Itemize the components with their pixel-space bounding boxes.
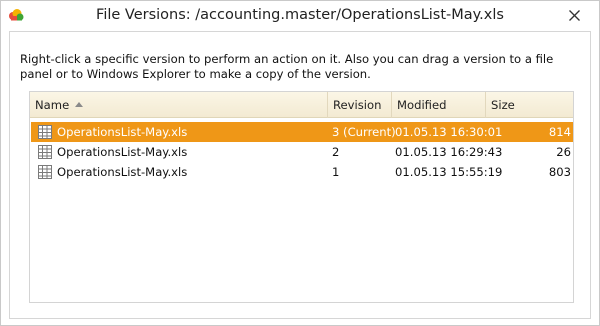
versions-list[interactable]: Name Revision Modified Size OperationsLi… (29, 91, 574, 303)
column-header-modified[interactable]: Modified (392, 92, 486, 118)
close-button[interactable] (561, 5, 587, 25)
version-revision: 3 (Current) (332, 125, 396, 139)
version-name: OperationsList-May.xls (57, 125, 188, 139)
window-title: File Versions: /accounting.master/Operat… (96, 7, 504, 23)
close-icon (568, 9, 580, 21)
version-modified: 01.05.13 16:30:01 (395, 125, 503, 139)
version-revision: 2 (332, 145, 340, 159)
spreadsheet-icon (37, 144, 53, 160)
version-revision: 1 (332, 165, 340, 179)
title-bar[interactable]: File Versions: /accounting.master/Operat… (1, 1, 599, 31)
instruction-text: Right-click a specific version to perfor… (20, 52, 554, 81)
version-modified: 01.05.13 16:29:43 (395, 145, 503, 159)
spreadsheet-icon (37, 164, 53, 180)
sort-ascending-icon (75, 102, 83, 107)
version-size: 26 (556, 145, 571, 159)
version-modified: 01.05.13 15:55:19 (395, 165, 503, 179)
version-size: 803 (548, 165, 571, 179)
column-header-revision[interactable]: Revision (328, 92, 392, 118)
column-header-size[interactable]: Size (486, 92, 573, 118)
spreadsheet-icon (37, 124, 53, 140)
file-versions-window: File Versions: /accounting.master/Operat… (0, 0, 600, 326)
table-row[interactable]: OperationsList-May.xls 3 (Current) 01.05… (31, 122, 573, 142)
version-name: OperationsList-May.xls (57, 145, 188, 159)
column-header-name[interactable]: Name (30, 92, 328, 118)
list-header: Name Revision Modified Size (30, 92, 573, 118)
version-size: 814 (548, 125, 571, 139)
version-name: OperationsList-May.xls (57, 165, 188, 179)
table-row[interactable]: OperationsList-May.xls 1 01.05.13 15:55:… (31, 162, 573, 182)
table-row[interactable]: OperationsList-May.xls 2 01.05.13 16:29:… (31, 142, 573, 162)
